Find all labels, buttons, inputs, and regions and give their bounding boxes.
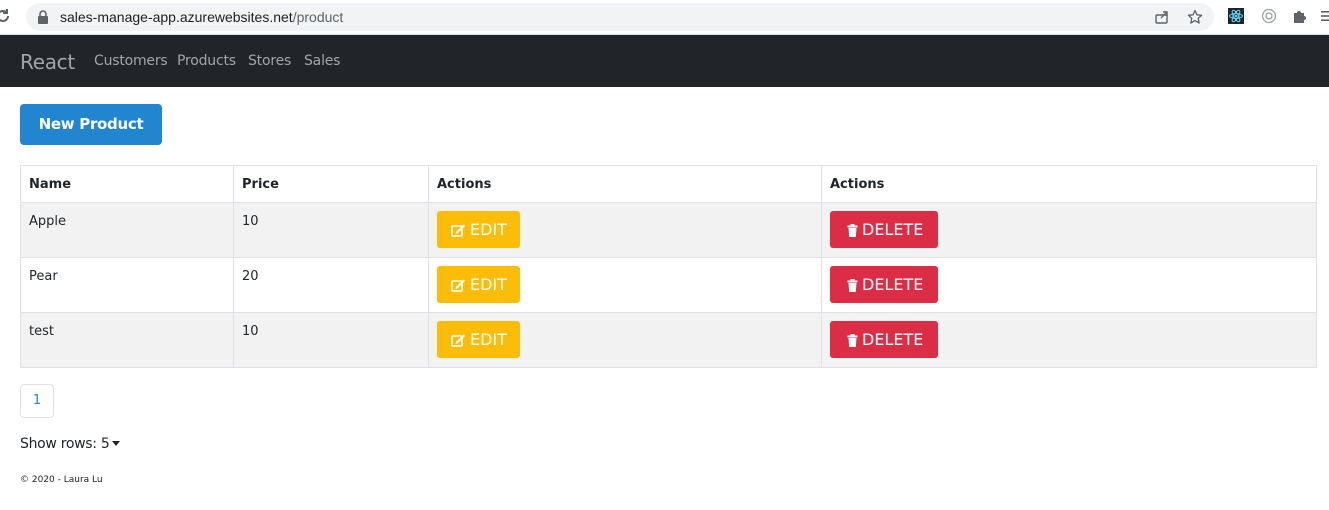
cell-price: 10 [233,312,429,368]
show-rows-dropdown[interactable]: Show rows: 5 [20,436,121,452]
edit-label: EDIT [470,275,507,294]
table-row: Pear 20 EDIT DELETE [20,257,1317,313]
cell-edit: EDIT [428,202,822,258]
cell-name: Pear [20,257,234,313]
menu-icon[interactable] [1321,8,1329,24]
table-header-row: Name Price Actions Actions [20,165,1317,203]
cell-edit: EDIT [428,257,822,313]
delete-label: DELETE [862,220,924,239]
edit-button[interactable]: EDIT [437,266,520,303]
table-row: test 10 EDIT DELETE [20,312,1317,368]
edit-label: EDIT [470,220,507,239]
extension-icon[interactable] [1261,8,1277,24]
browser-toolbar: sales-manage-app.azurewebsites.net/produ… [0,0,1329,35]
products-table: Name Price Actions Actions Apple 10 EDIT… [20,165,1317,368]
address-bar[interactable]: sales-manage-app.azurewebsites.net/produ… [26,3,1214,31]
nav-link-stores[interactable]: Stores [248,53,291,69]
edit-icon [451,224,465,237]
cell-edit: EDIT [428,312,822,368]
pagination-page-1[interactable]: 1 [20,384,54,418]
edit-button[interactable]: EDIT [437,211,520,248]
app-navbar: React Customers Products Stores Sales [0,35,1329,87]
react-devtools-icon[interactable] [1228,8,1244,24]
trash-icon [847,224,858,237]
edit-label: EDIT [470,330,507,349]
show-rows-label: Show rows: 5 [20,436,110,452]
cell-delete: DELETE [821,202,1317,258]
delete-label: DELETE [862,275,924,294]
delete-button[interactable]: DELETE [830,211,938,248]
navbar-brand[interactable]: React [20,50,75,74]
caret-down-icon [112,441,121,446]
cell-price: 20 [233,257,429,313]
nav-link-sales[interactable]: Sales [304,53,340,69]
nav-link-customers[interactable]: Customers [94,53,168,69]
delete-button[interactable]: DELETE [830,266,938,303]
column-header-price: Price [233,165,429,203]
reload-icon[interactable] [0,7,12,25]
table-row: Apple 10 EDIT DELETE [20,202,1317,258]
column-header-actions: Actions [428,165,822,203]
url-text[interactable]: sales-manage-app.azurewebsites.net/produ… [60,9,343,25]
trash-icon [847,279,858,292]
star-icon[interactable] [1187,9,1203,25]
nav-link-products[interactable]: Products [177,53,236,69]
url-host: sales-manage-app.azurewebsites.net [60,9,293,25]
column-header-actions: Actions [821,165,1317,203]
edit-icon [451,279,465,292]
cell-name: test [20,312,234,368]
cell-price: 10 [233,202,429,258]
delete-button[interactable]: DELETE [830,321,938,358]
cell-delete: DELETE [821,257,1317,313]
puzzle-icon[interactable] [1292,8,1308,24]
share-icon[interactable] [1154,9,1170,25]
edit-button[interactable]: EDIT [437,321,520,358]
column-header-name: Name [20,165,234,203]
cell-name: Apple [20,202,234,258]
trash-icon [847,334,858,347]
lock-icon[interactable] [37,10,49,24]
url-path: /product [292,9,344,25]
delete-label: DELETE [862,330,924,349]
footer-copyright: © 2020 - Laura Lu [20,475,103,485]
edit-icon [451,334,465,347]
cell-delete: DELETE [821,312,1317,368]
new-product-button[interactable]: New Product [20,104,162,145]
